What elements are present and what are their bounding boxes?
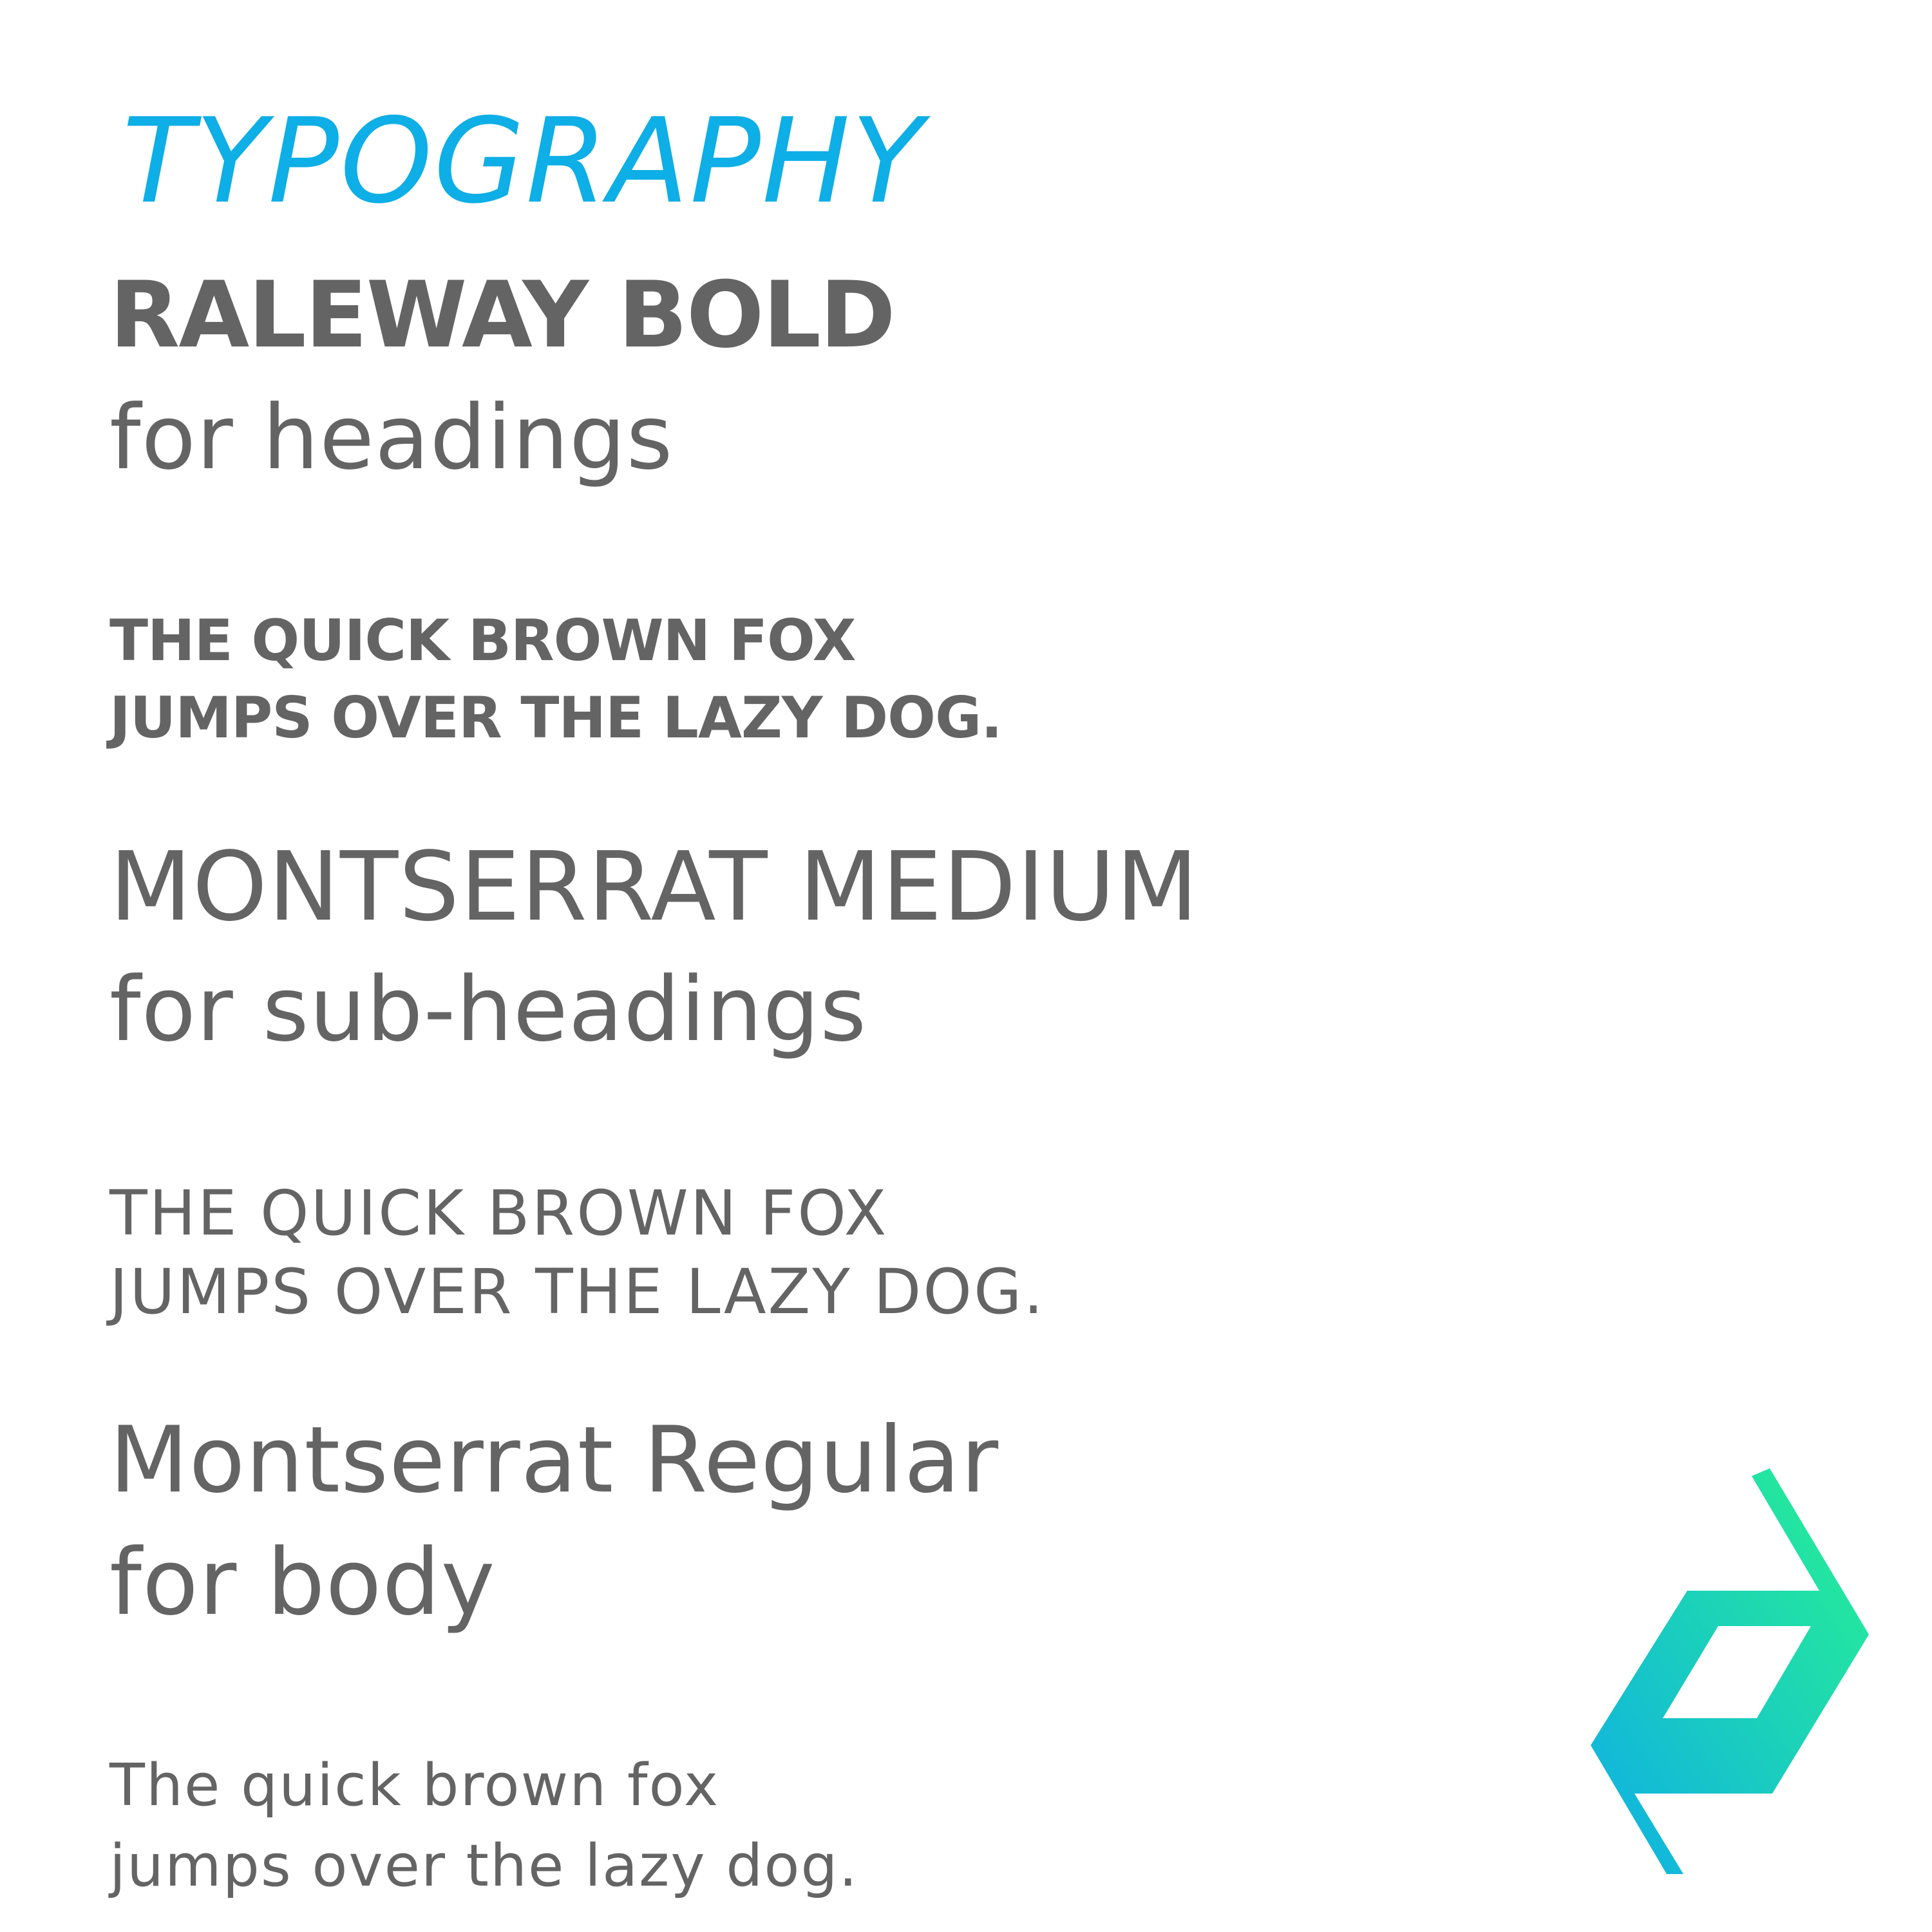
brand-logo-icon <box>1591 1468 1869 1874</box>
subheading-sample-line-2: JUMPS OVER THE LAZY DOG. <box>109 1256 1045 1328</box>
page-title: TYPOGRAPHY <box>122 93 925 229</box>
logo-shape <box>1591 1468 1869 1874</box>
heading-font-usage: for headings <box>109 386 674 489</box>
body-sample-line-2: jumps over the lazy dog. <box>109 1832 859 1900</box>
body-font-usage: for body <box>109 1530 496 1636</box>
body-font-sample: The quick brown fox jumps over the lazy … <box>109 1745 858 1906</box>
heading-sample-line-2: JUMPS OVER THE LAZY DOG. <box>109 685 1003 751</box>
subheading-font-sample: THE QUICK BROWN FOX JUMPS OVER THE LAZY … <box>109 1174 1045 1331</box>
body-font-name: Montserrat Regular <box>109 1407 999 1513</box>
subheading-font-name: MONTSERRAT MEDIUM <box>109 831 1199 942</box>
heading-font-name: RALEWAY BOLD <box>109 262 896 368</box>
subheading-sample-line-1: THE QUICK BROWN FOX <box>109 1177 889 1249</box>
body-sample-line-1: The quick brown fox <box>109 1752 720 1819</box>
heading-sample-line-1: THE QUICK BROWN FOX <box>109 607 856 674</box>
subheading-font-usage: for sub-headings <box>109 958 867 1061</box>
heading-font-sample: THE QUICK BROWN FOX JUMPS OVER THE LAZY … <box>109 602 1003 757</box>
